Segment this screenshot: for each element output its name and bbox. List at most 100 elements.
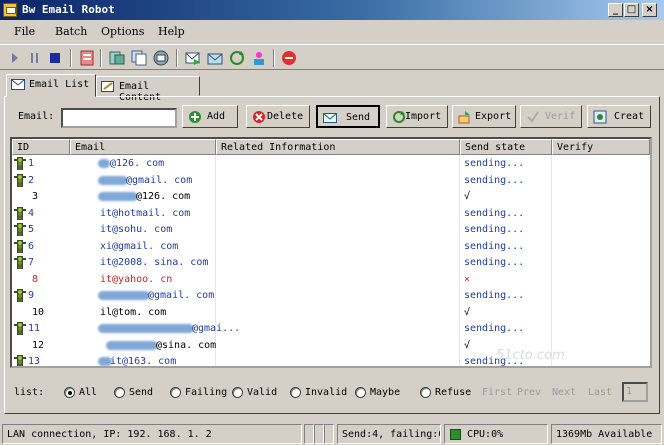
menu-batch[interactable]: Batch bbox=[55, 25, 87, 38]
last-page-link[interactable]: Last bbox=[588, 387, 612, 398]
row-id: 5 bbox=[28, 224, 35, 235]
table-row[interactable]: 11 @gmai... sending... bbox=[12, 321, 650, 338]
next-page-link[interactable]: Next bbox=[552, 387, 576, 398]
radio-all[interactable] bbox=[64, 387, 75, 398]
export-button-label: Export bbox=[475, 111, 512, 122]
verify-icon bbox=[527, 111, 539, 123]
menu-file[interactable]: File bbox=[14, 25, 35, 38]
email-table[interactable]: ID Email Related Information Send state … bbox=[10, 137, 652, 368]
toolbar-separator bbox=[273, 49, 275, 67]
add-button[interactable]: Add bbox=[182, 105, 238, 128]
radio-refuse[interactable] bbox=[420, 387, 431, 398]
inbox-icon[interactable] bbox=[206, 49, 224, 67]
window-title: Bw Email Robot bbox=[22, 3, 115, 16]
cpu-text: CPU:0% bbox=[467, 429, 504, 440]
table-header: ID Email Related Information Send state … bbox=[12, 139, 650, 155]
import-icon bbox=[393, 111, 405, 123]
table-row[interactable]: 2 @gmail. com sending... bbox=[12, 173, 650, 190]
delete-button-label: Delete bbox=[267, 111, 304, 122]
row-email: il@tom. com bbox=[100, 306, 167, 318]
send-button-label: Send bbox=[346, 112, 371, 123]
menu-options[interactable]: Options bbox=[101, 25, 144, 38]
delete-icon bbox=[253, 111, 265, 123]
toolbar-separator bbox=[176, 49, 178, 67]
stop-icon[interactable] bbox=[46, 49, 64, 67]
radio-failing-label[interactable]: Failing bbox=[185, 387, 227, 398]
radio-failing[interactable] bbox=[170, 387, 181, 398]
exit-icon[interactable] bbox=[280, 49, 298, 67]
toolbar-separator bbox=[70, 49, 72, 67]
copy-icon[interactable] bbox=[130, 49, 148, 67]
table-row[interactable]: 6 xi@gmail. com sending... bbox=[12, 239, 650, 256]
radio-maybe-label[interactable]: Maybe bbox=[370, 387, 400, 398]
radio-invalid-label[interactable]: Invalid bbox=[305, 387, 347, 398]
prev-page-link[interactable]: Prev bbox=[517, 387, 541, 398]
title-bar[interactable]: Bw Email Robot _ □ × bbox=[0, 0, 664, 20]
tab-email-list[interactable]: Email List bbox=[6, 74, 96, 97]
import-button[interactable]: Import bbox=[386, 105, 448, 128]
column-email[interactable]: Email bbox=[70, 139, 216, 155]
minimize-button[interactable]: _ bbox=[608, 3, 623, 17]
radio-invalid[interactable] bbox=[290, 387, 301, 398]
email-input[interactable] bbox=[61, 108, 177, 128]
first-page-link[interactable]: First bbox=[482, 387, 512, 398]
radio-valid-label[interactable]: Valid bbox=[247, 387, 277, 398]
radio-all-label[interactable]: All bbox=[79, 387, 97, 398]
row-id: 6 bbox=[28, 240, 35, 252]
radio-valid[interactable] bbox=[232, 387, 243, 398]
row-id: 4 bbox=[28, 207, 35, 219]
row-id: 9 bbox=[28, 290, 35, 301]
play-icon[interactable] bbox=[6, 49, 24, 67]
column-send-state[interactable]: Send state bbox=[460, 139, 552, 155]
row-email: xi@gmail. com bbox=[100, 240, 179, 252]
radio-maybe[interactable] bbox=[355, 387, 366, 398]
toolbar bbox=[0, 44, 664, 70]
table-row[interactable]: 10 il@tom. com √ bbox=[12, 305, 650, 322]
traffic-light-icon bbox=[14, 173, 26, 187]
create-icon bbox=[593, 110, 607, 124]
page-number: 1 bbox=[626, 386, 633, 397]
maximize-button[interactable]: □ bbox=[624, 3, 639, 17]
row-id: 11 bbox=[28, 323, 41, 334]
cpu-indicator-icon bbox=[450, 429, 461, 440]
table-row[interactable]: 4 it@hotmail. com sending... bbox=[12, 206, 650, 223]
close-button[interactable]: × bbox=[642, 3, 657, 17]
menu-help[interactable]: Help bbox=[158, 25, 185, 38]
filter-label: list: bbox=[14, 387, 45, 398]
radio-refuse-label[interactable]: Refuse bbox=[435, 387, 471, 398]
column-verify[interactable]: Verify bbox=[552, 139, 650, 155]
row-send-state: sending... bbox=[464, 240, 525, 252]
export-button[interactable]: Export bbox=[452, 105, 516, 128]
table-row[interactable]: 3 @126. com √ bbox=[12, 189, 650, 206]
radio-send[interactable] bbox=[114, 387, 125, 398]
page-number-input[interactable]: 1 bbox=[622, 382, 648, 402]
user-icon[interactable] bbox=[250, 49, 268, 67]
pause-icon[interactable] bbox=[26, 49, 44, 67]
column-id[interactable]: ID bbox=[12, 139, 70, 155]
radio-send-label[interactable]: Send bbox=[129, 387, 153, 398]
delete-button[interactable]: Delete bbox=[246, 105, 310, 128]
envelope-icon bbox=[11, 79, 25, 90]
table-row[interactable]: 9 @gmail. com sending... bbox=[12, 288, 650, 305]
settings-icon[interactable] bbox=[78, 49, 96, 67]
import-icon[interactable] bbox=[108, 49, 126, 67]
row-send-state: √ bbox=[464, 306, 471, 318]
table-row[interactable]: 7 it@2008. sina. com sending... bbox=[12, 255, 650, 272]
column-related-info[interactable]: Related Information bbox=[216, 139, 460, 155]
send-icon[interactable] bbox=[184, 49, 202, 67]
envelope-app-icon bbox=[3, 3, 17, 17]
table-row[interactable]: 8 it@yahoo. cn × bbox=[12, 272, 650, 289]
create-button[interactable]: Creat bbox=[587, 105, 651, 128]
tab-email-content[interactable]: Email Content bbox=[96, 76, 200, 103]
app-window: Bw Email Robot _ □ × File Batch Options … bbox=[0, 0, 664, 445]
send-button[interactable]: Send bbox=[316, 105, 380, 128]
row-send-state: sending... bbox=[464, 257, 525, 268]
email-label: Email: bbox=[18, 111, 55, 122]
row-id: 1 bbox=[28, 158, 35, 169]
table-row[interactable]: 1 @126. com sending... bbox=[12, 156, 650, 173]
status-panel bbox=[314, 424, 324, 444]
network-icon[interactable] bbox=[152, 49, 170, 67]
table-row[interactable]: 5 it@sohu. com sending... bbox=[12, 222, 650, 239]
verify-button[interactable]: Verif bbox=[520, 105, 582, 128]
refresh-icon[interactable] bbox=[228, 49, 246, 67]
